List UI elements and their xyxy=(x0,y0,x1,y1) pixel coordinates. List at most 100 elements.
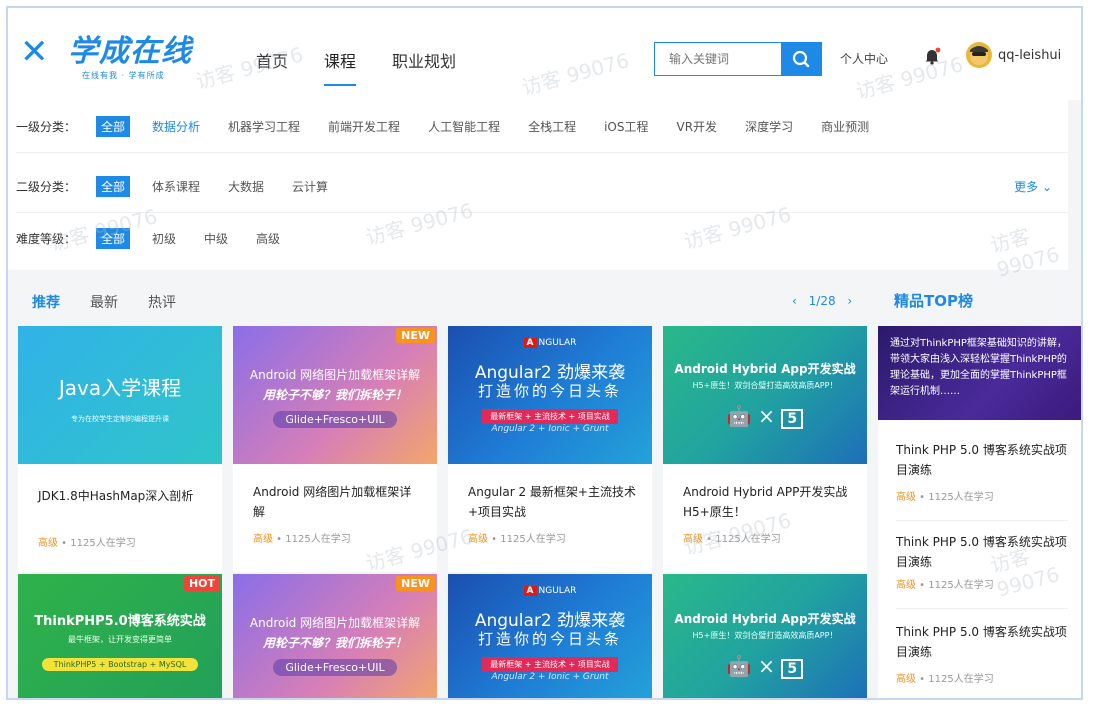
hot-badge: HOT xyxy=(183,576,220,591)
filter-option[interactable]: 机器学习工程 xyxy=(228,118,300,135)
filter-label: 一级分类： xyxy=(16,119,77,134)
nav-home[interactable]: 首页 xyxy=(256,48,288,86)
cover-pill: Glide+Fresco+UIL xyxy=(273,411,397,428)
more-button[interactable]: 更多 ⌄ xyxy=(1014,178,1052,195)
prev-page-button[interactable]: ‹ xyxy=(792,294,797,308)
course-card[interactable]: Android Hybrid App开发实战 H5+原生！双剑合璧打造高效高质A… xyxy=(663,326,867,572)
user-center-link[interactable]: 个人中心 xyxy=(840,50,888,67)
course-cover: ThinkPHP5.0博客系统实战 最牛框架，让开发变得更简单 ThinkPHP… xyxy=(18,574,222,698)
cover-title-line2: 打造你的今日头条 xyxy=(477,382,622,400)
filter-option[interactable]: iOS工程 xyxy=(604,118,648,135)
cover-subtitle: H5+原生！双剑合璧打造高效高质APP！ xyxy=(692,631,838,640)
course-cover: Android 网络图片加载框架详解 用轮子不够？我们拆轮子！ Glide+Fr… xyxy=(233,574,437,698)
top-list-item[interactable]: Think PHP 5.0 博客系统实战项目演练 高级 • 1125人在学习 xyxy=(896,532,1068,591)
top-item-level: 高级 xyxy=(896,580,916,591)
cover-subtitle: H5+原生！双剑合璧打造高效高质APP！ xyxy=(692,381,838,390)
course-card[interactable]: ThinkPHP5.0博客系统实战 最牛框架，让开发变得更简单 ThinkPHP… xyxy=(18,574,222,698)
course-level: 高级 xyxy=(38,538,58,549)
course-cover: Java入学课程 专为在校学生定制的编程提升课 xyxy=(18,326,222,464)
tab-hot-comments[interactable]: 热评 xyxy=(148,292,176,312)
cover-title-line2: 打造你的今日头条 xyxy=(477,630,622,648)
filter-option[interactable]: 人工智能工程 xyxy=(428,118,500,135)
filter-option[interactable]: 云计算 xyxy=(292,178,328,195)
chevron-down-icon: ⌄ xyxy=(1041,179,1052,194)
search-button[interactable] xyxy=(781,43,821,75)
filter-option[interactable]: 商业预测 xyxy=(821,118,869,135)
course-cover: A NGULAR Angular2 劲爆来袭 打造你的今日头条 最新框架 + 主流… xyxy=(448,574,652,698)
course-title: Angular 2 最新框架+主流技术+项目实战 xyxy=(468,485,636,519)
top-list-panel: 通过对ThinkPHP框架基础知识的讲解，带领大家由浅入深轻松掌握ThinkPH… xyxy=(878,326,1081,698)
site-logo[interactable]: ✕ 学成在线 在线有我 · 学有所成 xyxy=(20,34,200,82)
top-list-item[interactable]: Think PHP 5.0 博客系统实战项目演练 高级 • 1125人在学习 xyxy=(896,440,1068,503)
course-title: Android 网络图片加载框架详解 xyxy=(253,485,412,519)
course-cover: Android Hybrid App开发实战 H5+原生！双剑合璧打造高效高质A… xyxy=(663,326,867,464)
cover-title: Android Hybrid App开发实战 xyxy=(674,612,856,626)
divider xyxy=(896,520,1068,521)
nav-courses[interactable]: 课程 xyxy=(324,48,357,86)
search-icon xyxy=(792,50,810,68)
pager: ‹ 1/28 › xyxy=(792,294,852,308)
filter-option[interactable]: 深度学习 xyxy=(745,118,793,135)
cover-title: Android 网络图片加载框架详解 xyxy=(249,368,421,382)
cover-pill-wrap: 最新框架 + 主流技术 + 项目实战 xyxy=(448,652,652,672)
filter-option[interactable]: 体系课程 xyxy=(152,178,200,195)
cover-subtitle: 专为在校学生定制的编程提升课 xyxy=(71,415,169,423)
filter-option[interactable]: VR开发 xyxy=(677,118,718,135)
tab-recommend[interactable]: 推荐 xyxy=(32,292,60,312)
next-page-button[interactable]: › xyxy=(847,294,852,308)
filter-row-difficulty: 难度等级： 全部 初级 中级 高级 xyxy=(16,212,1068,264)
course-card[interactable]: Android 网络图片加载框架详解 用轮子不够？我们拆轮子！ Glide+Fr… xyxy=(233,574,437,698)
cover-title: Java入学课程 xyxy=(58,376,182,400)
top-list-banner[interactable]: 通过对ThinkPHP框架基础知识的讲解，带领大家由浅入深轻松掌握ThinkPH… xyxy=(878,326,1081,420)
nav-career[interactable]: 职业规划 xyxy=(392,48,456,86)
cover-subtitle: 用轮子不够？我们拆轮子！ xyxy=(262,388,407,402)
course-level: 高级 xyxy=(468,534,488,545)
angular-logo-icon: A xyxy=(523,586,537,596)
top-item-title: Think PHP 5.0 博客系统实战项目演练 xyxy=(896,625,1067,659)
tab-latest[interactable]: 最新 xyxy=(90,292,118,312)
top-item-learners: 1125人在学习 xyxy=(928,674,994,685)
search-input[interactable] xyxy=(655,43,775,75)
filter-row-level2: 二级分类： 全部 体系课程 大数据 云计算 更多 ⌄ xyxy=(16,160,1068,213)
course-card[interactable]: Android Hybrid App开发实战 H5+原生！双剑合璧打造高效高质A… xyxy=(663,574,867,698)
android-icon: 🤖 xyxy=(726,404,752,428)
filter-all[interactable]: 全部 xyxy=(96,115,131,137)
bell-icon[interactable] xyxy=(922,46,942,66)
course-card[interactable]: A NGULAR Angular2 劲爆来袭 打造你的今日头条 最新框架 + 主流… xyxy=(448,326,652,572)
cover-icons: 🤖 × 5 xyxy=(663,654,867,679)
page-indicator: 1/28 xyxy=(808,294,836,308)
filter-option[interactable]: 全栈工程 xyxy=(528,118,576,135)
filter-all[interactable]: 全部 xyxy=(96,175,131,197)
course-cover: A NGULAR Angular2 劲爆来袭 打造你的今日头条 最新框架 + 主流… xyxy=(448,326,652,464)
course-title: JDK1.8中HashMap深入剖析 xyxy=(38,489,194,503)
top-list-item[interactable]: Think PHP 5.0 博客系统实战项目演练 高级 • 1125人在学习 xyxy=(896,622,1068,685)
course-cover: Android Hybrid App开发实战 H5+原生！双剑合璧打造高效高质A… xyxy=(663,574,867,698)
course-meta: 高级 • 1125人在学习 xyxy=(38,538,136,549)
avatar[interactable] xyxy=(966,42,992,68)
course-cover: Android 网络图片加载框架详解 用轮子不够？我们拆轮子！ Glide+Fr… xyxy=(233,326,437,464)
filter-option[interactable]: 中级 xyxy=(204,230,228,247)
filter-option[interactable]: 大数据 xyxy=(228,178,264,195)
top-item-meta: 高级 • 1125人在学习 xyxy=(896,492,994,503)
cover-brand: A NGULAR xyxy=(448,338,652,348)
cover-pill-wrap: Glide+Fresco+UIL xyxy=(233,656,437,676)
course-card[interactable]: Android 网络图片加载框架详解 用轮子不够？我们拆轮子！ Glide+Fr… xyxy=(233,326,437,572)
course-card[interactable]: Java入学课程 专为在校学生定制的编程提升课 JDK1.8中HashMap深入… xyxy=(18,326,222,572)
course-level: 高级 xyxy=(683,534,703,545)
top-item-level: 高级 xyxy=(896,674,916,685)
filter-option[interactable]: 初级 xyxy=(152,230,176,247)
site-header: ✕ 学成在线 在线有我 · 学有所成 首页 课程 职业规划 个人中心 xyxy=(8,8,1081,100)
cover-brand-text: NGULAR xyxy=(538,338,577,348)
username[interactable]: qq-leishui xyxy=(998,48,1061,63)
cover-title: Android 网络图片加载框架详解 xyxy=(249,616,421,630)
cover-pill-wrap: ThinkPHP5 + Bootstrap + MySQL xyxy=(18,652,222,671)
filter-all[interactable]: 全部 xyxy=(96,227,131,249)
filter-option[interactable]: 高级 xyxy=(256,230,280,247)
course-card[interactable]: A NGULAR Angular2 劲爆来袭 打造你的今日头条 最新框架 + 主流… xyxy=(448,574,652,698)
logo-slogan: 在线有我 · 学有所成 xyxy=(82,71,165,80)
filter-option[interactable]: 数据分析 xyxy=(152,118,200,135)
cover-subtitle: Angular 2 + Ionic + Grunt xyxy=(491,672,609,682)
filter-label: 难度等级： xyxy=(16,231,77,246)
filter-option[interactable]: 前端开发工程 xyxy=(328,118,400,135)
top-item-learners: 1125人在学习 xyxy=(928,492,994,503)
